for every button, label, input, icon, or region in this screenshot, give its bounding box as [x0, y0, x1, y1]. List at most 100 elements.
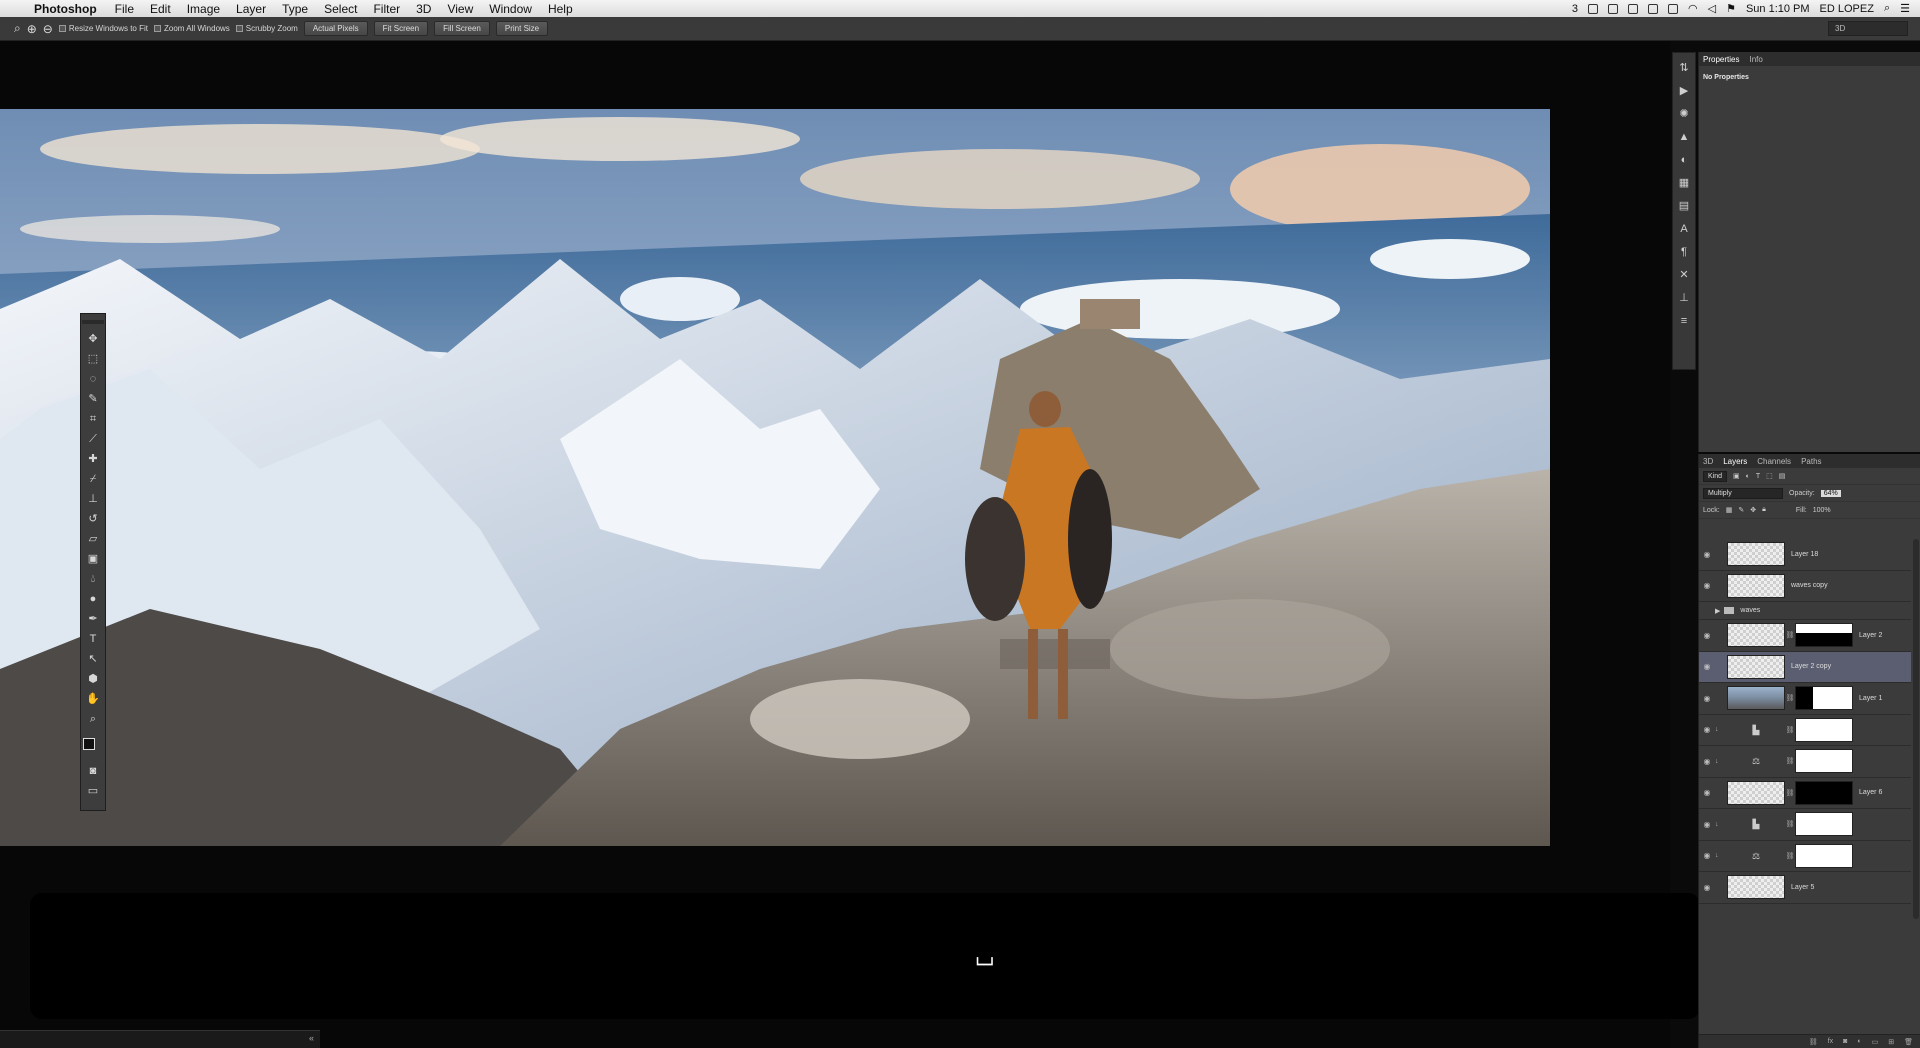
menu-view[interactable]: View [439, 2, 481, 16]
move-tool-icon[interactable]: ✥ [86, 332, 100, 346]
layer-mask-thumbnail[interactable] [1795, 780, 1853, 805]
visibility-eye-icon[interactable]: ◉ [1699, 851, 1715, 860]
lock-transparency-icon[interactable]: ▦ [1726, 506, 1733, 514]
layer-mask-thumbnail[interactable] [1795, 843, 1853, 868]
wifi-icon[interactable]: ◠ [1688, 2, 1698, 15]
marquee-tool-icon[interactable]: ⬚ [86, 352, 100, 366]
disclosure-triangle-icon[interactable]: ▶ [1715, 607, 1720, 615]
tab-paths[interactable]: Paths [1801, 457, 1821, 466]
zoom-out-icon[interactable]: ⊖ [43, 22, 53, 36]
menu-window[interactable]: Window [481, 2, 540, 16]
layer-row[interactable]: ◉ Layer 18 [1699, 539, 1911, 571]
color-swatches[interactable] [83, 738, 103, 758]
menu-select[interactable]: Select [316, 2, 365, 16]
layer-row[interactable]: ◉ Layer 5 [1699, 872, 1911, 904]
fit-screen-button[interactable]: Fit Screen [373, 21, 429, 36]
tab-channels[interactable]: Channels [1757, 457, 1791, 466]
add-mask-icon[interactable]: ◙ [1843, 1038, 1847, 1045]
tab-3d[interactable]: 3D [1703, 457, 1713, 466]
link-icon[interactable]: ⛓︎ [1785, 694, 1795, 702]
layer-row[interactable]: ◉ ⛓︎ Layer 1 [1699, 683, 1911, 715]
path-select-icon[interactable]: ↖ [86, 652, 100, 666]
lasso-tool-icon[interactable]: ◌ [86, 372, 100, 386]
adjustment-layer-row[interactable]: ◉ ↓ ▙ ⛓︎ [1699, 715, 1911, 746]
visibility-eye-icon[interactable]: ◉ [1699, 694, 1715, 703]
tab-info[interactable]: Info [1749, 55, 1762, 64]
filter-kind-select[interactable]: Kind [1703, 470, 1728, 482]
healing-brush-icon[interactable]: ✚ [86, 452, 100, 466]
swatches-icon[interactable]: ▦ [1677, 176, 1691, 190]
layer-mask-thumbnail[interactable] [1795, 686, 1853, 711]
adjustment-layer-row[interactable]: ◉ ↓ ▙ ⛓︎ [1699, 809, 1911, 841]
history-brush-icon[interactable]: ↺ [86, 512, 100, 526]
foreground-color[interactable] [83, 738, 95, 750]
layer-name[interactable]: Layer 2 copy [1791, 663, 1831, 670]
clone-stamp-icon[interactable]: ⊥ [86, 492, 100, 506]
layer-style-icon[interactable]: fx [1828, 1038, 1833, 1045]
adjustments-icon[interactable]: ✺ [1677, 107, 1691, 121]
blur-tool-icon[interactable]: 💧︎ [86, 572, 100, 586]
menu-edit[interactable]: Edit [142, 2, 179, 16]
panel-grip[interactable] [82, 320, 104, 324]
history-icon[interactable]: ⇅ [1677, 61, 1691, 75]
actions-icon[interactable]: ▶ [1677, 84, 1691, 98]
new-group-icon[interactable]: ▭ [1872, 1038, 1879, 1046]
filter-adjustment-icon[interactable]: ◐ [1746, 473, 1750, 480]
expand-arrows-icon[interactable]: « [309, 1033, 314, 1043]
link-icon[interactable]: ⛓︎ [1785, 757, 1795, 765]
group-name[interactable]: waves [1740, 607, 1760, 614]
visibility-eye-icon[interactable]: ◉ [1699, 550, 1715, 559]
visibility-eye-icon[interactable]: ◉ [1699, 662, 1715, 671]
layer-name[interactable]: Layer 2 [1859, 632, 1882, 639]
menu-layer[interactable]: Layer [228, 2, 274, 16]
camera-icon[interactable] [1588, 3, 1598, 14]
actual-pixels-button[interactable]: Actual Pixels [303, 21, 368, 36]
menu-3d[interactable]: 3D [408, 2, 439, 16]
tab-layers[interactable]: Layers [1723, 457, 1747, 466]
resize-windows-checkbox[interactable]: Resize Windows to Fit [58, 24, 148, 33]
layer-row[interactable]: ◉ waves copy [1699, 571, 1911, 602]
layer-row[interactable]: ◉ ⛓︎ Layer 2 [1699, 620, 1911, 652]
hand-tool-icon[interactable]: ✋ [86, 692, 100, 706]
layer-name[interactable]: Layer 5 [1791, 884, 1814, 891]
link-icon[interactable]: ⛓︎ [1785, 789, 1795, 797]
menu-image[interactable]: Image [179, 2, 228, 16]
gradient-tool-icon[interactable]: ▣ [86, 552, 100, 566]
quick-select-tool-icon[interactable]: ✎ [86, 392, 100, 406]
layer-row-selected[interactable]: ◉ Layer 2 copy [1699, 651, 1911, 683]
paragraph-icon[interactable]: ¶ [1677, 245, 1691, 259]
workspace-switcher[interactable]: 3D [1828, 21, 1908, 36]
print-size-button[interactable]: Print Size [495, 21, 549, 36]
scrubby-zoom-checkbox[interactable]: Scrubby Zoom [235, 24, 298, 33]
flag-icon[interactable]: ⚑ [1726, 2, 1736, 15]
canvas-image[interactable] [0, 109, 1550, 846]
dodge-tool-icon[interactable]: ● [86, 592, 100, 606]
layer-name[interactable]: waves copy [1791, 582, 1828, 589]
zoom-all-checkbox[interactable]: Zoom All Windows [154, 24, 230, 33]
clone-source-icon[interactable]: ⊥ [1677, 291, 1691, 305]
histogram-icon[interactable]: ▲ [1677, 130, 1691, 144]
eyedropper-tool-icon[interactable]: ⟋ [86, 432, 100, 446]
menu-filter[interactable]: Filter [365, 2, 408, 16]
zoom-tool-icon[interactable]: ⌕ [14, 21, 21, 36]
layer-name[interactable]: Layer 6 [1859, 789, 1882, 796]
layer-mask-thumbnail[interactable] [1795, 749, 1853, 774]
layer-name[interactable]: Layer 18 [1791, 551, 1818, 558]
volume-icon[interactable]: ◁ [1708, 2, 1716, 15]
tool-presets-icon[interactable]: ✕ [1677, 268, 1691, 282]
blend-mode-select[interactable]: Multiply [1703, 487, 1783, 499]
eraser-tool-icon[interactable]: ▱ [86, 532, 100, 546]
lock-pixels-icon[interactable]: ✎ [1738, 506, 1744, 514]
opacity-input[interactable]: 64% [1820, 489, 1841, 497]
menu-type[interactable]: Type [274, 2, 316, 16]
visibility-eye-icon[interactable]: ◉ [1699, 725, 1715, 734]
visibility-eye-icon[interactable]: ◉ [1699, 820, 1715, 829]
pen-tool-icon[interactable]: ✒ [86, 612, 100, 626]
spotlight-search-icon[interactable]: ⌕ [1884, 2, 1890, 15]
visibility-eye-icon[interactable]: ◉ [1699, 788, 1715, 797]
screen-mode-icon[interactable]: ▭ [86, 784, 100, 798]
crop-tool-icon[interactable]: ⌗ [86, 412, 100, 426]
bluetooth-icon[interactable] [1668, 3, 1678, 14]
app-menu[interactable]: Photoshop [28, 2, 107, 16]
visibility-eye-icon[interactable]: ◉ [1699, 757, 1715, 766]
